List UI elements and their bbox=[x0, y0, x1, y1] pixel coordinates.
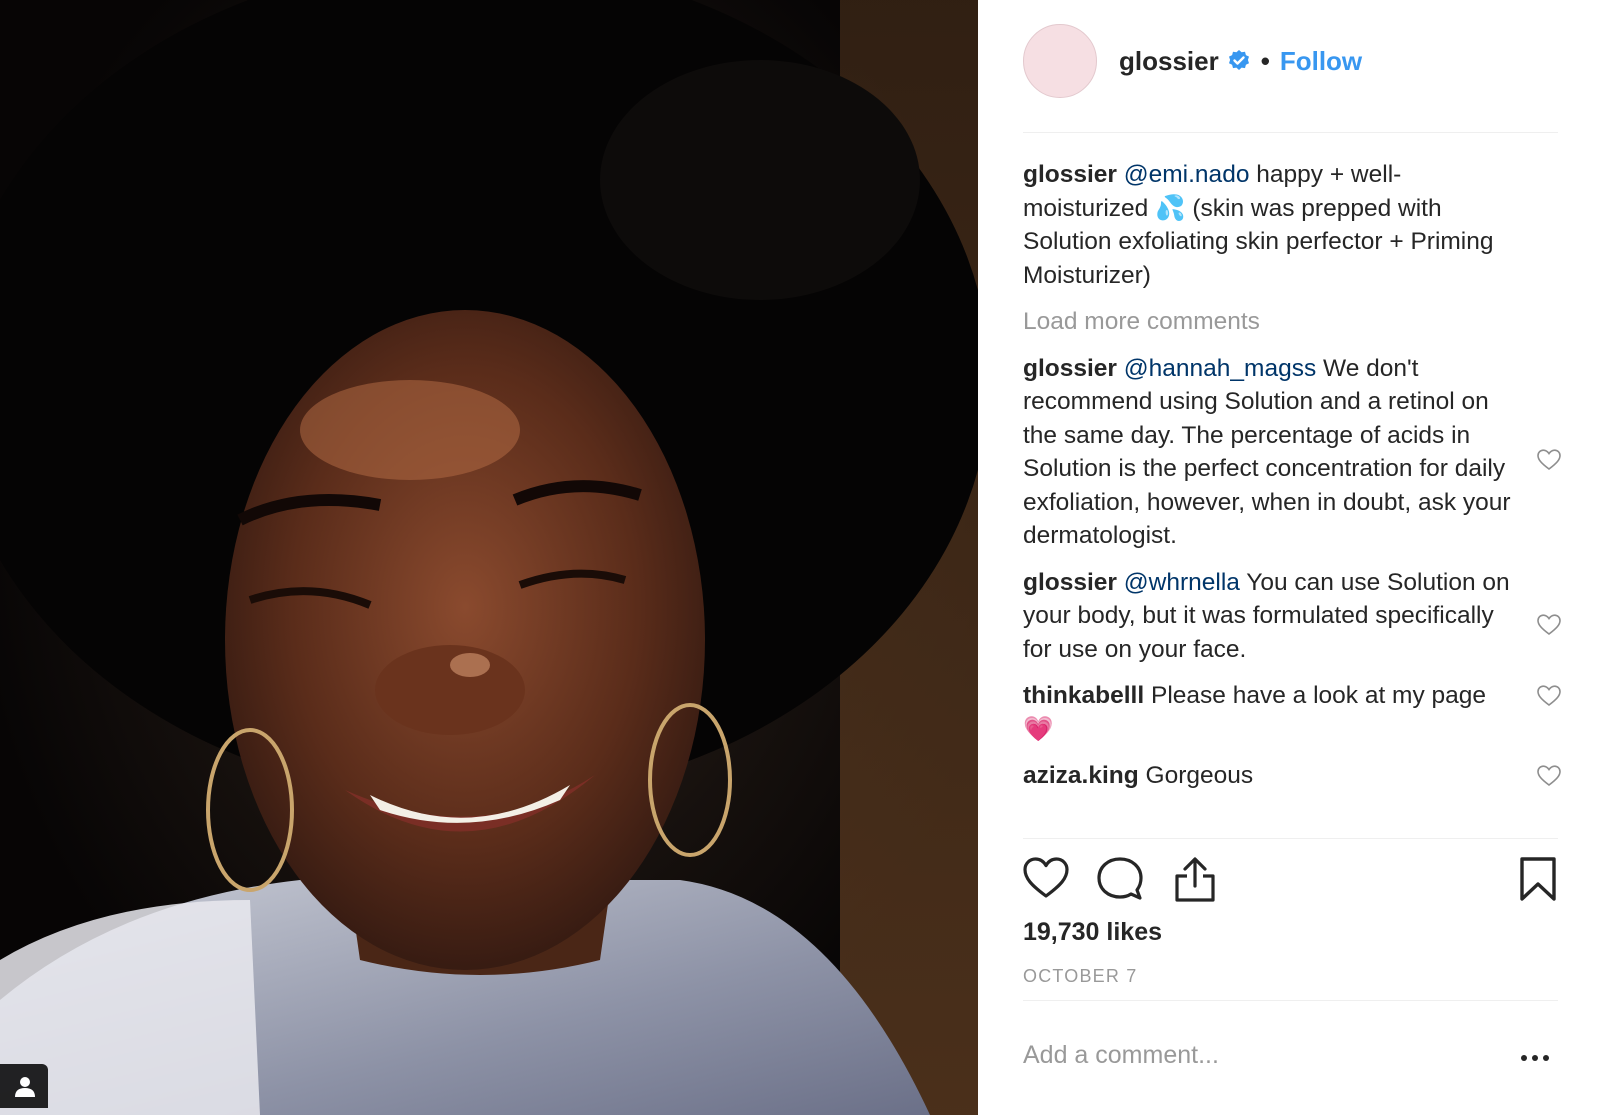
comment-text: We don't recommend using Solution and a … bbox=[1023, 354, 1511, 550]
more-dots-icon[interactable] bbox=[1520, 1054, 1550, 1062]
comment-item: aziza.king Gorgeous bbox=[1023, 759, 1563, 793]
comment-username[interactable]: aziza.king bbox=[1023, 762, 1139, 789]
heart-icon[interactable] bbox=[1023, 856, 1069, 900]
comment-username[interactable]: glossier bbox=[1023, 355, 1117, 382]
bookmark-icon[interactable] bbox=[1519, 856, 1557, 902]
comment-mention[interactable]: @hannah_magss bbox=[1124, 355, 1316, 382]
comment-like-heart-icon[interactable] bbox=[1537, 765, 1561, 787]
header-username[interactable]: glossier bbox=[1119, 46, 1219, 77]
action-bar bbox=[1023, 856, 1558, 904]
comment-like-heart-icon[interactable] bbox=[1537, 685, 1561, 707]
verified-badge-icon bbox=[1228, 50, 1249, 70]
comment-like-heart-icon[interactable] bbox=[1537, 448, 1561, 471]
follow-button[interactable]: Follow bbox=[1280, 46, 1362, 77]
post-photo[interactable] bbox=[0, 0, 978, 1115]
user-tag-icon bbox=[15, 1077, 35, 1097]
comment-item: glossier @whrnella You can use Solution … bbox=[1023, 566, 1563, 667]
add-comment-input[interactable] bbox=[1023, 1030, 1503, 1080]
comment-bubble-icon[interactable] bbox=[1097, 856, 1143, 902]
caption-username[interactable]: glossier bbox=[1023, 161, 1117, 188]
footer-divider bbox=[1023, 1000, 1558, 1001]
caption-mention[interactable]: @emi.nado bbox=[1124, 161, 1250, 188]
avatar[interactable] bbox=[1023, 24, 1097, 98]
comments-list[interactable]: glossier @emi.nado happy + well-moisturi… bbox=[1023, 158, 1563, 838]
post-header: glossier • Follow bbox=[1023, 20, 1558, 133]
comment-like-heart-icon[interactable] bbox=[1537, 613, 1561, 636]
comment-item: glossier @hannah_magss We don't recommen… bbox=[1023, 352, 1563, 553]
comment-username[interactable]: thinkabelll bbox=[1023, 682, 1144, 709]
caption: glossier @emi.nado happy + well-moisturi… bbox=[1023, 158, 1563, 292]
header-separator: • bbox=[1260, 45, 1270, 76]
comments-divider bbox=[1023, 838, 1558, 839]
header-line: glossier • Follow bbox=[1119, 44, 1362, 78]
load-more-comments[interactable]: Load more comments bbox=[1023, 305, 1563, 339]
share-icon[interactable] bbox=[1173, 856, 1217, 902]
post-date[interactable]: OCTOBER 7 bbox=[1023, 966, 1138, 987]
likes-count[interactable]: 19,730 likes bbox=[1023, 918, 1162, 947]
comment-item: thinkabelll Please have a look at my pag… bbox=[1023, 679, 1563, 746]
comment-username[interactable]: glossier bbox=[1023, 569, 1117, 596]
comment-mention[interactable]: @whrnella bbox=[1124, 569, 1240, 596]
portrait-illustration bbox=[0, 0, 978, 1115]
comment-text: Gorgeous bbox=[1138, 762, 1254, 789]
tag-people-button[interactable] bbox=[0, 1064, 48, 1108]
post-side-panel: glossier • Follow glossier @emi.nado hap… bbox=[978, 0, 1600, 1115]
